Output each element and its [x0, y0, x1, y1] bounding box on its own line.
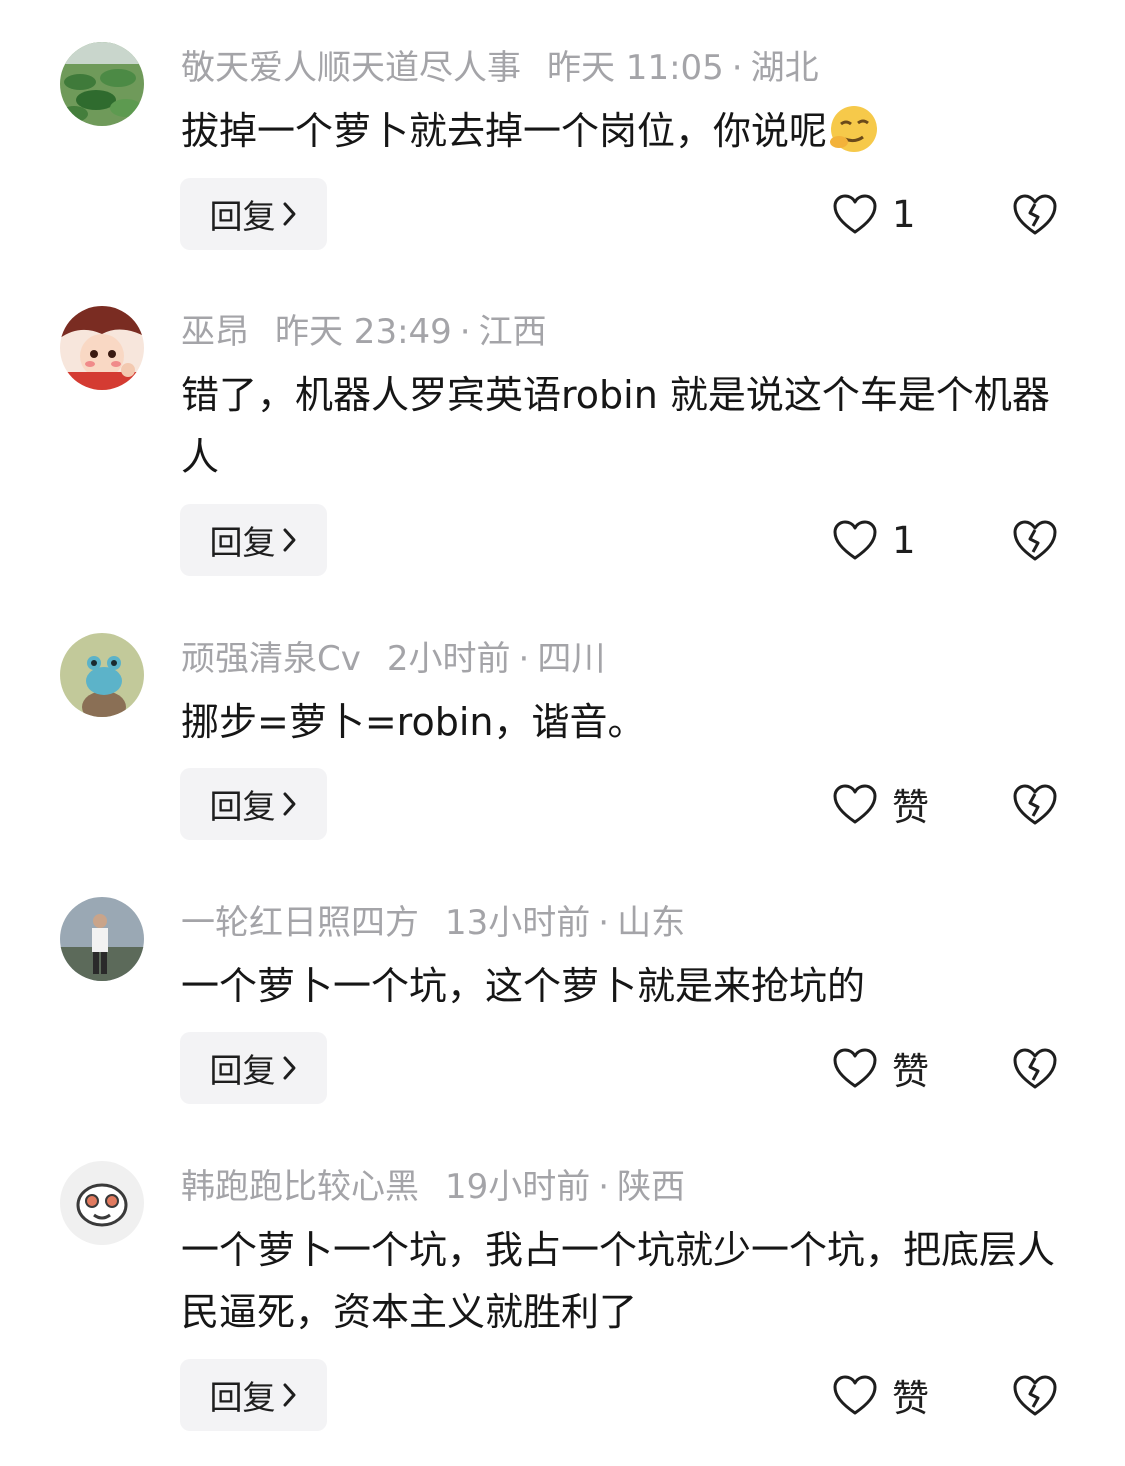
timestamp: 2小时前 [386, 639, 511, 679]
dislike-button[interactable] [1010, 178, 1060, 250]
comment-text: 错了，机器人罗宾英语robin 就是说这个车是个机器人 [181, 364, 1081, 488]
broken-heart-icon [1013, 1375, 1057, 1416]
location: 湖北 [750, 48, 819, 88]
username[interactable]: 韩跑跑比较心黑 [181, 1167, 419, 1207]
separator: · [731, 48, 743, 88]
dislike-button[interactable] [1010, 1032, 1060, 1104]
timestamp: 13小时前 [445, 903, 591, 943]
like-button[interactable]: 赞 [832, 1032, 929, 1104]
like-label: 赞 [892, 1050, 929, 1093]
reply-label: 回复 [209, 1051, 276, 1090]
like-button[interactable]: 赞 [832, 1359, 929, 1431]
broken-heart-icon [1013, 520, 1057, 561]
chevron-right-icon [283, 1056, 295, 1080]
heart-icon [833, 194, 877, 234]
cartoon-frog-avatar[interactable] [60, 633, 144, 717]
comment-body: 拔掉一个萝卜就去掉一个岗位，你说呢 [181, 109, 828, 153]
chevron-right-icon [283, 528, 295, 552]
reply-button[interactable]: 回复 [180, 1359, 327, 1431]
comment-body: 一个萝卜一个坑，这个萝卜就是来抢坑的 [181, 964, 866, 1008]
separator: · [598, 903, 610, 943]
comment-text: 拔掉一个萝卜就去掉一个岗位，你说呢 [181, 100, 1081, 162]
location: 四川 [537, 639, 606, 679]
like-button[interactable]: 1 [832, 504, 916, 576]
like-label: 赞 [892, 1377, 929, 1420]
person-photo-avatar[interactable] [60, 897, 144, 981]
separator: · [518, 639, 530, 679]
chevron-right-icon [283, 792, 295, 816]
like-button[interactable]: 赞 [832, 768, 929, 840]
reply-button[interactable]: 回复 [180, 768, 327, 840]
comment-meta: 顽强清泉Cv 2小时前 · 四川 [181, 637, 605, 681]
like-label: 赞 [892, 786, 929, 829]
lotus-pond-avatar[interactable] [60, 42, 144, 126]
username[interactable]: 巫昂 [181, 312, 249, 352]
comment-text: 挪步=萝卜=robin，谐音。 [181, 691, 1081, 753]
comment-body: 挪步=萝卜=robin，谐音。 [181, 700, 646, 744]
separator: · [459, 312, 471, 352]
timestamp: 昨天 23:49 [275, 312, 452, 352]
smirk-emoji-icon [827, 104, 881, 154]
dislike-button[interactable] [1010, 504, 1060, 576]
username[interactable]: 顽强清泉Cv [181, 639, 361, 679]
broken-heart-icon [1013, 194, 1057, 235]
reply-label: 回复 [209, 197, 276, 236]
location: 陕西 [617, 1167, 686, 1207]
reply-button[interactable]: 回复 [180, 178, 327, 250]
reply-label: 回复 [209, 523, 276, 562]
chevron-right-icon [283, 202, 295, 226]
comment-body: 错了，机器人罗宾英语robin 就是说这个车是个机器人 [181, 373, 1050, 479]
comment-text: 一个萝卜一个坑，我占一个坑就少一个坑，把底层人民逼死，资本主义就胜利了 [181, 1219, 1081, 1343]
separator: · [598, 1167, 610, 1207]
comment-meta: 一轮红日照四方 13小时前 · 山东 [181, 901, 685, 945]
comment-body: 一个萝卜一个坑，我占一个坑就少一个坑，把底层人民逼死，资本主义就胜利了 [181, 1228, 1056, 1334]
broken-heart-icon [1013, 784, 1057, 825]
like-count: 1 [892, 192, 916, 236]
location: 山东 [617, 903, 686, 943]
reply-label: 回复 [209, 787, 276, 826]
reply-label: 回复 [209, 1378, 276, 1417]
timestamp: 19小时前 [445, 1167, 591, 1207]
comment-meta: 韩跑跑比较心黑 19小时前 · 陕西 [181, 1165, 685, 1209]
heart-icon [833, 784, 877, 824]
anime-character-avatar[interactable] [60, 306, 144, 390]
reply-button[interactable]: 回复 [180, 1032, 327, 1104]
heart-icon [833, 1375, 877, 1415]
timestamp: 昨天 11:05 [547, 48, 724, 88]
dislike-button[interactable] [1010, 768, 1060, 840]
cartoon-face-avatar[interactable] [60, 1161, 144, 1245]
comment-meta: 敬天爱人顺天道尽人事 昨天 11:05 · 湖北 [181, 46, 819, 90]
comment-meta: 巫昂 昨天 23:49 · 江西 [181, 310, 547, 354]
dislike-button[interactable] [1010, 1359, 1060, 1431]
username[interactable]: 敬天爱人顺天道尽人事 [181, 48, 521, 88]
chevron-right-icon [283, 1383, 295, 1407]
comment-text: 一个萝卜一个坑，这个萝卜就是来抢坑的 [181, 955, 1081, 1017]
heart-icon [833, 1048, 877, 1088]
heart-icon [833, 520, 877, 560]
like-count: 1 [892, 518, 916, 562]
broken-heart-icon [1013, 1048, 1057, 1089]
location: 江西 [478, 312, 547, 352]
like-button[interactable]: 1 [832, 178, 916, 250]
username[interactable]: 一轮红日照四方 [181, 903, 419, 943]
reply-button[interactable]: 回复 [180, 504, 327, 576]
